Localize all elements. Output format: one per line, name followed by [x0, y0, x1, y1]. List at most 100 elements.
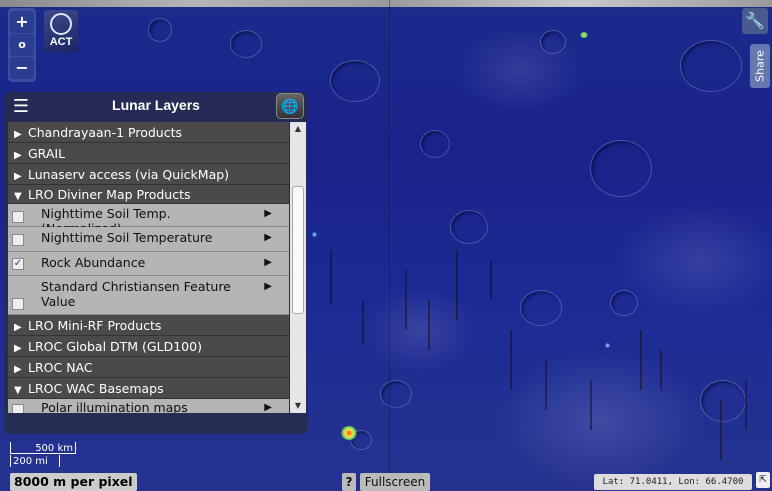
- crater: [330, 60, 380, 102]
- layer-category[interactable]: ▶ LRO Mini-RF Products: [8, 315, 289, 336]
- panel-title: Lunar Layers: [112, 97, 200, 113]
- layer-list[interactable]: ▶ Chandrayaan-1 Products ▶ GRAIL ▶ Lunaserv…: [8, 122, 289, 413]
- map-streak: [510, 330, 512, 390]
- map-streak: [660, 350, 662, 390]
- layer-item[interactable]: Nighttime Soil Temp. (Normalized) ▶: [8, 204, 289, 236]
- lunar-layers-panel: ☰ Lunar Layers 🌐 ▶ Chandrayaan-1 Products…: [4, 92, 308, 434]
- crater: [590, 140, 652, 197]
- panel-header: ☰ Lunar Layers 🌐: [4, 92, 308, 120]
- map-streak: [428, 300, 430, 350]
- zoom-controls: + o −: [8, 8, 36, 82]
- resolution-readout: 8000 m per pixel: [10, 473, 137, 491]
- layer-checkbox[interactable]: [12, 298, 24, 310]
- collapsed-arrow-icon: ▶: [14, 343, 22, 354]
- map-streak: [456, 250, 458, 320]
- scale-mi: 200 mi: [10, 455, 60, 467]
- collapsed-arrow-icon: ▶: [14, 171, 22, 182]
- crater: [380, 380, 412, 408]
- layer-label: Standard Christiansen Feature Value: [41, 279, 231, 309]
- category-label: LROC NAC: [28, 360, 93, 375]
- layer-category[interactable]: ▶ LROC Global DTM (GLD100): [8, 336, 289, 357]
- expanded-arrow-icon: ▼: [14, 385, 22, 396]
- collapsed-arrow-icon: ▶: [14, 322, 22, 333]
- layer-category[interactable]: ▶ LROC NAC: [8, 357, 289, 378]
- wrench-icon: 🔧: [745, 11, 765, 30]
- map-hotspot: [341, 426, 357, 440]
- collapsed-arrow-icon: ▶: [14, 364, 22, 375]
- layer-category[interactable]: ▶ GRAIL: [8, 143, 289, 164]
- logo-text: ACT: [49, 36, 73, 48]
- layer-item[interactable]: ✓ Rock Abundance ▶: [8, 252, 289, 276]
- map-hotspot: [605, 343, 610, 348]
- layer-category[interactable]: ▼ LRO Diviner Map Products: [8, 185, 289, 204]
- map-streak: [720, 400, 722, 460]
- crater: [540, 30, 566, 54]
- map-streak: [389, 0, 390, 491]
- category-label: Lunaserv access (via QuickMap): [28, 167, 230, 182]
- layer-category[interactable]: ▼ LROC WAC Basemaps: [8, 378, 289, 399]
- category-label: LRO Diviner Map Products: [28, 187, 191, 202]
- layer-label: Polar illumination maps: [41, 400, 188, 413]
- layer-label: Nighttime Soil Temperature: [41, 230, 213, 245]
- layer-item[interactable]: Nighttime Soil Temperature ▶: [8, 227, 289, 252]
- share-label: Share: [753, 50, 767, 82]
- share-button[interactable]: Share: [750, 44, 770, 88]
- crater: [610, 290, 638, 316]
- category-label: LROC Global DTM (GLD100): [28, 339, 202, 354]
- crater: [148, 18, 172, 42]
- zoom-in-button[interactable]: +: [10, 11, 34, 33]
- layer-list-scrollbar[interactable]: ▲ ▼: [290, 122, 306, 413]
- fullscreen-button[interactable]: Fullscreen: [360, 473, 430, 491]
- layer-checkbox[interactable]: [12, 404, 24, 413]
- category-label: LRO Mini-RF Products: [28, 318, 162, 333]
- tools-button[interactable]: 🔧: [742, 8, 768, 34]
- logo-circle-icon: [50, 13, 72, 35]
- layer-checkbox[interactable]: [12, 234, 24, 246]
- layer-label: Rock Abundance: [41, 255, 146, 270]
- map-streak: [640, 330, 642, 390]
- map-streak: [545, 360, 547, 410]
- expand-icon[interactable]: ⇱: [756, 472, 770, 488]
- crater: [420, 130, 450, 158]
- scroll-up-arrow-icon[interactable]: ▲: [290, 122, 306, 136]
- coordinates-readout: Lat: 71.0411, Lon: 66.4700: [594, 474, 752, 490]
- scroll-down-arrow-icon[interactable]: ▼: [290, 399, 306, 413]
- map-streak: [590, 380, 592, 430]
- collapsed-arrow-icon: ▶: [14, 129, 22, 140]
- layer-options-arrow-icon[interactable]: ▶: [264, 257, 272, 268]
- crater: [520, 290, 562, 326]
- map-hotspot: [312, 232, 317, 237]
- layer-options-arrow-icon[interactable]: ▶: [264, 208, 272, 219]
- crater: [450, 210, 488, 244]
- crater: [680, 40, 742, 92]
- map-streak: [330, 250, 332, 305]
- map-streak: [362, 300, 364, 345]
- category-label: LROC WAC Basemaps: [28, 381, 164, 396]
- globe-button[interactable]: 🌐: [276, 93, 304, 119]
- act-logo[interactable]: ACT: [44, 10, 78, 52]
- globe-icon: 🌐: [281, 99, 299, 115]
- layer-checkbox-checked[interactable]: ✓: [12, 258, 24, 270]
- map-streak: [745, 380, 747, 430]
- layer-item[interactable]: Polar illumination maps ▶: [8, 399, 289, 413]
- map-streak: [405, 270, 407, 330]
- layer-options-arrow-icon[interactable]: ▶: [264, 402, 272, 413]
- category-label: GRAIL: [28, 146, 66, 161]
- help-button[interactable]: ?: [342, 473, 356, 491]
- layer-options-arrow-icon[interactable]: ▶: [264, 281, 272, 292]
- category-label: Chandrayaan-1 Products: [28, 125, 183, 140]
- layer-options-arrow-icon[interactable]: ▶: [264, 232, 272, 243]
- layer-category[interactable]: ▶ Chandrayaan-1 Products: [8, 122, 289, 143]
- layer-checkbox[interactable]: [12, 211, 24, 223]
- zoom-reset-button[interactable]: o: [10, 34, 34, 56]
- crater: [230, 30, 262, 58]
- layer-item[interactable]: Standard Christiansen Feature Value ▶: [8, 276, 289, 315]
- map-hotspot: [580, 32, 588, 38]
- scrollbar-thumb[interactable]: [292, 186, 304, 314]
- map-streak: [490, 260, 492, 300]
- zoom-out-button[interactable]: −: [10, 57, 34, 79]
- scale-km: 500 km: [10, 442, 76, 454]
- map-top-edge: [0, 0, 772, 7]
- layer-category[interactable]: ▶ Lunaserv access (via QuickMap): [8, 164, 289, 185]
- collapsed-arrow-icon: ▶: [14, 150, 22, 161]
